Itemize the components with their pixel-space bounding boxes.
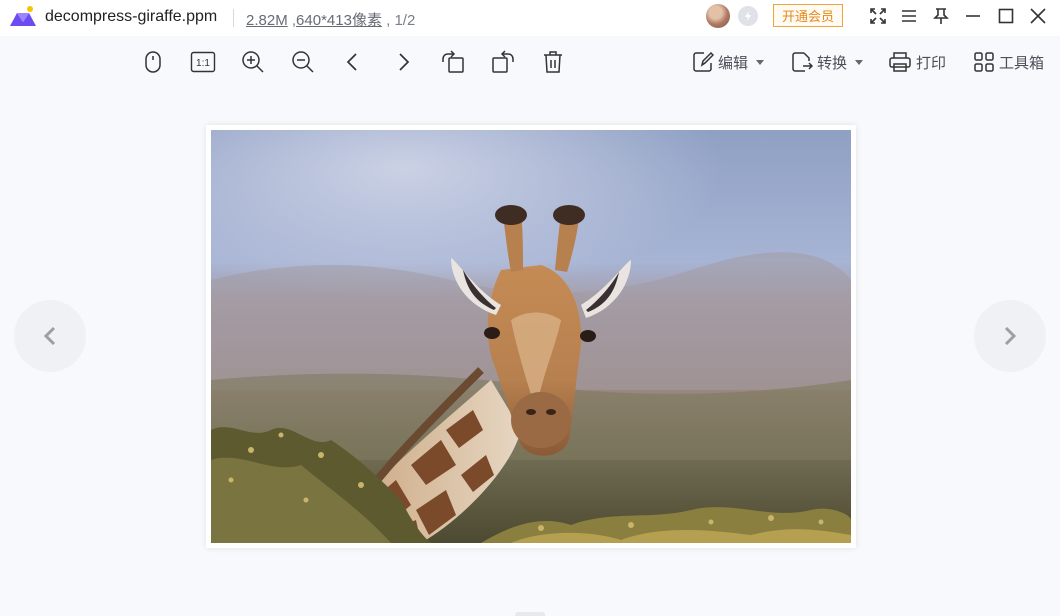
file-size-link[interactable]: 2.82M	[246, 12, 288, 29]
toolbox-icon	[974, 52, 994, 72]
app-logo-icon	[10, 6, 36, 26]
chevron-down-icon	[756, 59, 765, 65]
toolbar: 1:1 编辑 转换 打印 工具箱	[0, 40, 1060, 84]
edit-icon	[693, 51, 714, 72]
convert-icon	[792, 52, 813, 72]
toolbox-label: 工具箱	[999, 54, 1045, 72]
pin-icon[interactable]	[930, 5, 952, 27]
next-image-button[interactable]	[974, 300, 1046, 372]
meta-comma2: ,	[381, 12, 395, 29]
fullscreen-icon[interactable]	[867, 5, 889, 27]
print-label: 打印	[916, 54, 947, 72]
minimize-icon[interactable]	[962, 5, 984, 27]
chevron-right-icon	[1004, 326, 1017, 346]
close-icon[interactable]	[1027, 5, 1049, 27]
image-frame	[206, 125, 856, 548]
file-meta: 2.82M ,640*413像素 , 1/2	[246, 9, 415, 30]
coin-icon[interactable]	[738, 6, 758, 26]
convert-label: 转换	[817, 54, 848, 72]
chevron-down-icon	[855, 59, 864, 65]
title-divider	[233, 9, 234, 27]
mouse-icon[interactable]	[139, 48, 167, 76]
edit-label: 编辑	[718, 54, 749, 72]
zoom-in-icon[interactable]	[239, 48, 267, 76]
svg-text:1:1: 1:1	[196, 58, 210, 69]
print-button[interactable]: 打印	[888, 48, 946, 76]
bottom-handle[interactable]	[515, 612, 545, 616]
print-icon	[889, 52, 911, 72]
previous-image-button[interactable]	[14, 300, 86, 372]
dimensions-link[interactable]: 640*413像素	[296, 12, 382, 29]
title-bar: decompress-giraffe.ppm 2.82M ,640*413像素 …	[0, 0, 1060, 36]
user-avatar[interactable]	[706, 4, 730, 28]
actual-size-icon[interactable]: 1:1	[189, 48, 217, 76]
convert-menu-button[interactable]: 转换	[791, 48, 864, 76]
vip-button[interactable]: 开通会员	[773, 4, 843, 27]
next-icon[interactable]	[389, 48, 417, 76]
edit-menu-button[interactable]: 编辑	[692, 48, 765, 76]
chevron-left-icon	[43, 326, 56, 346]
zoom-out-icon[interactable]	[289, 48, 317, 76]
delete-icon[interactable]	[539, 48, 567, 76]
rotate-left-icon[interactable]	[439, 48, 467, 76]
giraffe-photo[interactable]	[211, 130, 851, 543]
previous-icon[interactable]	[339, 48, 367, 76]
toolbox-button[interactable]: 工具箱	[973, 48, 1044, 76]
file-name: decompress-giraffe.ppm	[45, 8, 218, 25]
page-info: 1/2	[394, 12, 416, 29]
rotate-right-icon[interactable]	[489, 48, 517, 76]
maximize-icon[interactable]	[995, 5, 1017, 27]
menu-icon[interactable]	[898, 5, 920, 27]
